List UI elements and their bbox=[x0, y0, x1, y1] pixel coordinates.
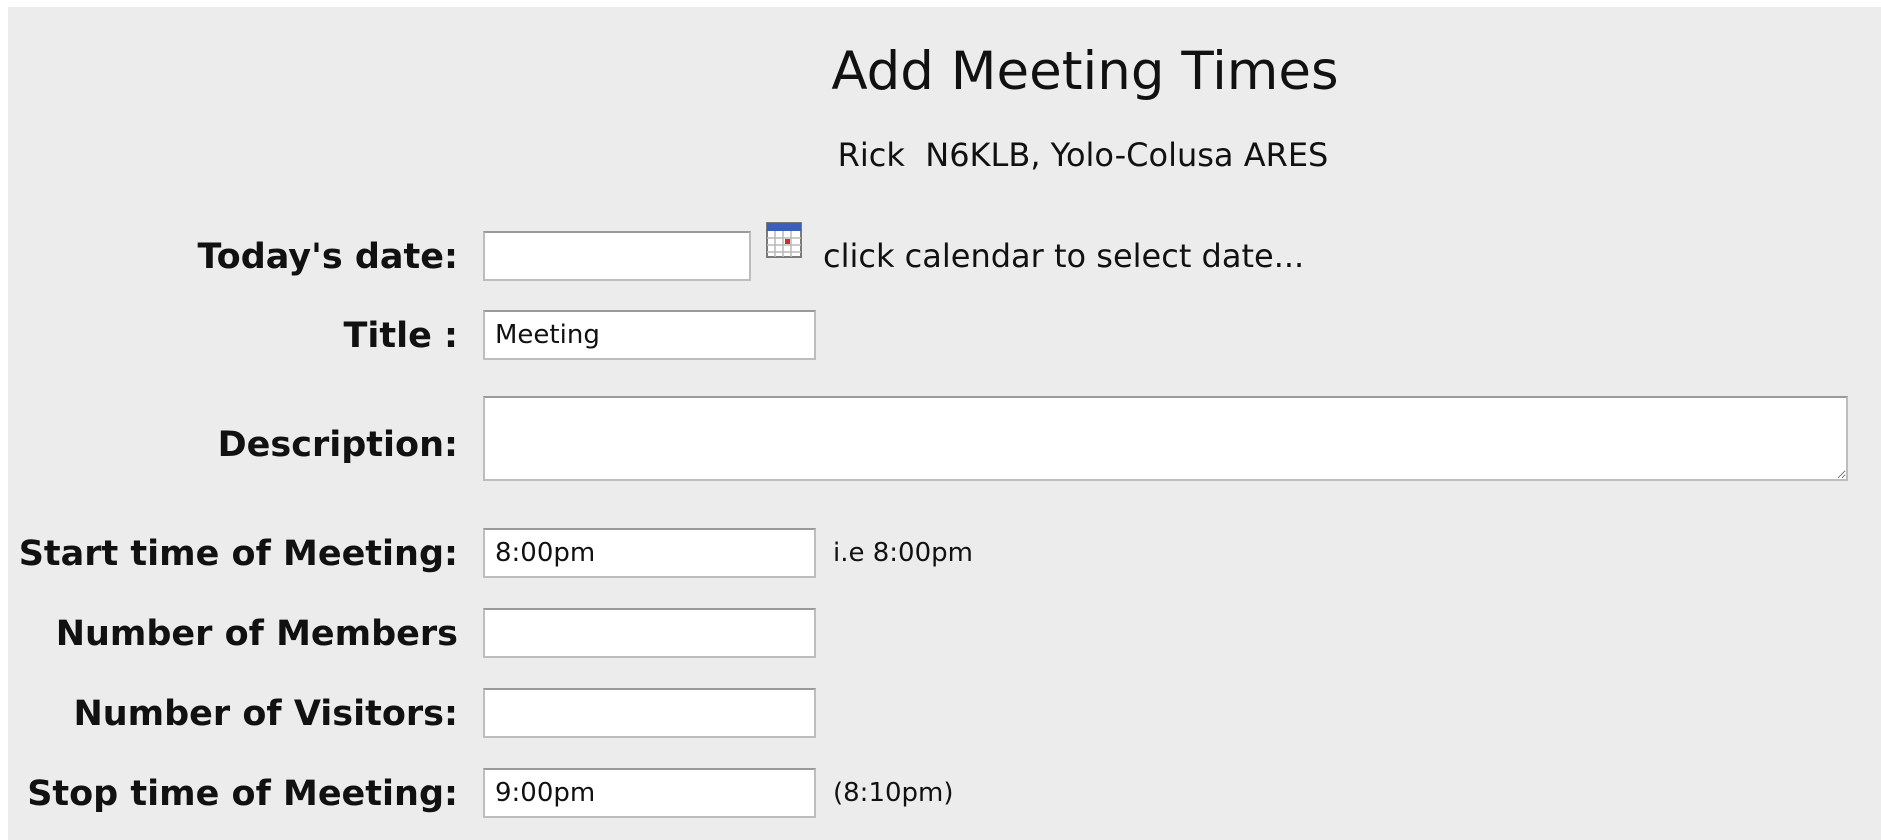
stop-time-label: Stop time of Meeting: bbox=[27, 774, 458, 814]
stop-time-field[interactable] bbox=[483, 768, 816, 818]
description-label: Description: bbox=[217, 425, 458, 465]
title-label: Title : bbox=[343, 316, 458, 356]
visitors-label: Number of Visitors: bbox=[73, 694, 458, 734]
date-hint: click calendar to select date... bbox=[823, 237, 1305, 275]
visitors-field[interactable] bbox=[483, 688, 816, 738]
members-field[interactable] bbox=[483, 608, 816, 658]
add-meeting-panel: Add Meeting Times Rick N6KLB, Yolo-Colus… bbox=[8, 7, 1881, 840]
stop-time-hint: (8:10pm) bbox=[833, 778, 954, 808]
todays-date-field[interactable] bbox=[483, 231, 751, 281]
start-time-field[interactable] bbox=[483, 528, 816, 578]
members-label: Number of Members bbox=[55, 614, 458, 654]
start-time-hint: i.e 8:00pm bbox=[833, 538, 973, 568]
calendar-icon[interactable] bbox=[766, 222, 802, 258]
member-subtitle: Rick N6KLB, Yolo-Colusa ARES bbox=[837, 136, 1329, 174]
todays-date-label: Today's date: bbox=[197, 237, 458, 277]
page-title: Add Meeting Times bbox=[831, 41, 1339, 102]
description-field[interactable] bbox=[483, 396, 1848, 481]
start-time-label: Start time of Meeting: bbox=[18, 534, 458, 574]
title-field[interactable] bbox=[483, 310, 816, 360]
